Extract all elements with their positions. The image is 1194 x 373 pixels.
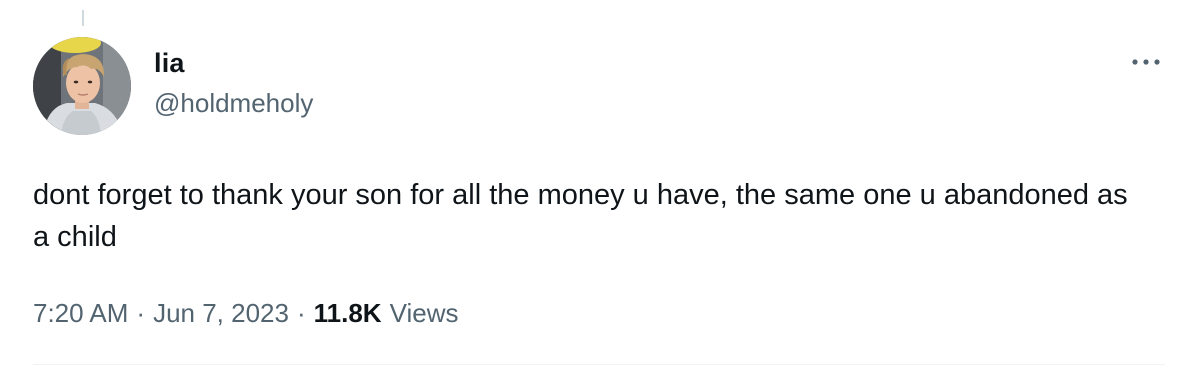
avatar-image <box>33 37 131 135</box>
tweet-text: dont forget to thank your son for all th… <box>33 179 1128 253</box>
thread-connector-line <box>82 10 84 26</box>
tweet-date[interactable]: Jun 7, 2023 <box>153 298 289 329</box>
tweet-time[interactable]: 7:20 AM <box>33 298 128 329</box>
more-options-button[interactable] <box>1126 48 1166 76</box>
meta-separator: · <box>296 298 306 328</box>
views-count[interactable]: 11.8K <box>314 298 382 329</box>
views-label: Views <box>389 298 459 328</box>
tweet-metadata: 7:20 AM · Jun 7, 2023 · 11.8K Views <box>33 298 458 329</box>
author-display-name[interactable]: lia <box>154 48 185 79</box>
more-horizontal-icon <box>1132 59 1160 65</box>
avatar[interactable] <box>33 37 131 135</box>
divider <box>33 364 1165 365</box>
author-handle[interactable]: @holdmeholy <box>154 88 313 119</box>
tweet[interactable]: lia @holdmeholy dont forget to thank you… <box>0 0 1194 373</box>
meta-separator: · <box>136 298 146 328</box>
